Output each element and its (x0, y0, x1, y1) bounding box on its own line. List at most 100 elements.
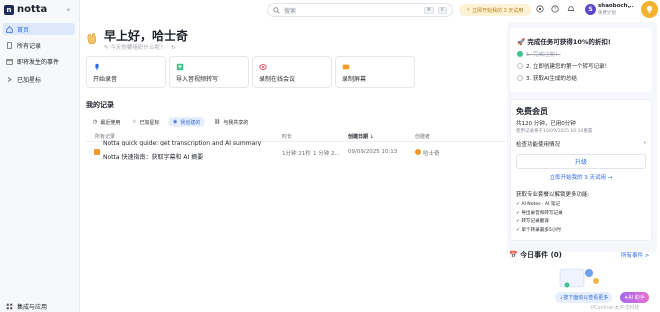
waving-hand-icon (87, 32, 97, 45)
membership-quota: 共120 分钟，已用0分钟 (516, 121, 576, 127)
sidebar-item-starred[interactable]: 已加星标 (3, 73, 75, 85)
feature-item: ✓ 单个转录最多5小时 (516, 227, 561, 233)
svg-text:?: ? (554, 7, 556, 12)
apps-icon (6, 303, 13, 309)
usage-check-label: 检查功能使用情况 (516, 142, 561, 148)
filter-starred[interactable]: ☆ 已加星标 (127, 117, 165, 127)
ai-icon[interactable] (535, 4, 545, 14)
sidebar-item-home[interactable]: 首页 (3, 23, 75, 35)
unlock-title: 获取专业套餐以解锁更多功能: (516, 192, 590, 198)
lightbulb-icon[interactable] (641, 1, 658, 18)
column-label: 创建日期 (348, 134, 369, 140)
filter-label: 我创建的 (180, 119, 201, 126)
sidebar-item-all-records[interactable]: 所有记录 (3, 39, 75, 51)
table-row-name[interactable]: Notta quick guide: get transcription and… (103, 140, 261, 146)
filter-label: 与我共享的 (223, 119, 249, 126)
card-label: 录制屏幕 (342, 76, 367, 83)
start-trial-button[interactable]: ⚡ 立即开始我的 3 天试用 (459, 4, 531, 16)
sidebar-item-label: 首页 (17, 26, 30, 34)
shortcut-key-cmd: ⌘ (423, 6, 435, 14)
document-icon (7, 41, 12, 49)
search-icon (273, 6, 280, 14)
lightning-icon: ⚡ (466, 7, 471, 13)
sync-more-chip[interactable]: ⇣ 按下面动以查看更多 (555, 292, 613, 303)
membership-title: 免费会员 (516, 107, 548, 116)
chevron-down-icon[interactable]: ⌄ (627, 4, 631, 10)
empty-events-illustration-icon (559, 268, 599, 288)
filter-created-by-me[interactable]: ◉ 我创建的 (168, 117, 206, 127)
card-label: 开始录音 (93, 76, 118, 83)
column-header-duration[interactable]: 时长 (282, 133, 292, 140)
ai-assistant-button[interactable]: ✦ AI 助手 (620, 292, 649, 303)
unchecked-icon (517, 63, 523, 69)
sidebar-item-upcoming-events[interactable]: 即将发生的事件 (3, 55, 75, 67)
check-icon (517, 51, 523, 57)
help-icon[interactable]: ? (550, 4, 560, 14)
start-trial-link[interactable]: 立即开始我的 3 天试用 → (516, 173, 646, 181)
feature-list: ✓ AI Notes · AI 笔记 ✓ 导出录音和转写记录 ✓ 转写记录翻译 … (516, 201, 563, 235)
creator-avatar (415, 149, 421, 155)
notification-bell-icon[interactable] (566, 4, 576, 14)
task-item-register[interactable]: 1. 完成注册！ (517, 50, 561, 58)
task-label: 3. 获取AI生成的总结 (526, 76, 577, 82)
sidebar-item-label: 已加星标 (17, 76, 42, 84)
refresh-icon: ↻ (171, 45, 176, 51)
feature-item: ✓ AI Notes · AI 笔记 (516, 202, 561, 207)
filter-label: 最近使用 (100, 119, 121, 126)
row-creator: 哈士奇 (423, 151, 440, 157)
today-events-title: 📅 今日事件 (0) (509, 251, 562, 259)
filter-shared-with-me[interactable]: ⛓ 与我共享的 (209, 117, 253, 127)
integrations-label: 集成与应用 (17, 303, 48, 311)
start-recording-card[interactable]: 开始录音 (86, 56, 166, 88)
column-header-creator[interactable]: 创建者 (415, 133, 430, 140)
clock-icon: ◷ (93, 119, 98, 125)
records-title: 我的记录 (86, 101, 114, 109)
table-row-name[interactable]: Notta 快速指南：获取字幕和 AI 摘要 (103, 152, 203, 161)
task-label: 2. 立即创建您的第一个转写记录！ (526, 64, 610, 70)
membership-reset: 使用记录将于10/09/2025 10:10重置 (516, 129, 593, 134)
row-date: 09/09/2025 10:13 (348, 149, 398, 155)
collapse-sidebar-icon[interactable]: « (66, 6, 70, 14)
screen-record-icon (342, 64, 350, 70)
home-icon (6, 25, 13, 33)
task-item-first-record[interactable]: 2. 立即创建您的第一个转写记录！ (517, 62, 610, 70)
greeting-title: 早上好，哈士奇 (104, 29, 189, 43)
user-icon: ◉ (173, 119, 178, 125)
feature-item: ✓ 转写记录翻译 (516, 219, 549, 225)
greeting-subtitle[interactable]: ✎ 今天你要组织什么呢？ ↻ (104, 43, 176, 51)
row-duration: 1分钟 21秒 (282, 151, 311, 157)
task-item-ai-summary[interactable]: 3. 获取AI生成的总结 (517, 74, 577, 82)
avatar[interactable]: S (585, 4, 596, 15)
upgrade-button[interactable]: 升级 (516, 154, 646, 169)
column-header-date[interactable]: 创建日期 ↓ (348, 133, 374, 140)
filter-recent[interactable]: ◷ 最近使用 (88, 117, 125, 127)
usage-check-link[interactable]: 检查功能使用情况 › (516, 140, 646, 148)
watermark-text: PConline·太平洋科技 (591, 305, 640, 311)
filter-label: 已加星标 (139, 119, 160, 126)
search-input[interactable]: 搜索 ⌘ K (267, 3, 453, 17)
calendar-icon (6, 58, 13, 65)
import-media-card[interactable]: 导入音视频转写 (169, 56, 249, 88)
task-label: 1. 完成注册！ (526, 52, 561, 58)
record-screen-card[interactable]: 录制屏幕 (335, 56, 415, 88)
trial-label: 立即开始我的 3 天试用 (472, 7, 524, 14)
star-icon: ☆ (132, 119, 137, 125)
upload-file-icon (176, 63, 184, 71)
microphone-icon (95, 63, 99, 71)
search-placeholder: 搜索 (284, 7, 297, 15)
integrations-link[interactable]: 集成与应用 (3, 300, 75, 312)
tasks-title: 🚀 完成任务可获得10%的折扣! (517, 38, 611, 46)
sidebar-item-label: 所有记录 (17, 42, 42, 50)
all-events-link[interactable]: 所有事件 > (621, 251, 649, 259)
record-meeting-card[interactable]: 录制在线会议 (252, 56, 332, 88)
column-header-name[interactable]: 所有记录 (95, 133, 115, 140)
card-label: 导入音视频转写 (176, 76, 219, 83)
upgrade-label: 升级 (574, 159, 587, 166)
card-label: 录制在线会议 (259, 76, 296, 83)
chevron-right-icon (7, 76, 12, 82)
row-duration-secondary: 1 分钟 2... (313, 151, 340, 157)
sidebar-item-label: 即将发生的事件 (17, 58, 60, 66)
chip-label: AI 助手 (628, 295, 645, 301)
sort-arrow-icon: ↓ (369, 134, 374, 140)
video-meeting-icon (259, 64, 267, 70)
